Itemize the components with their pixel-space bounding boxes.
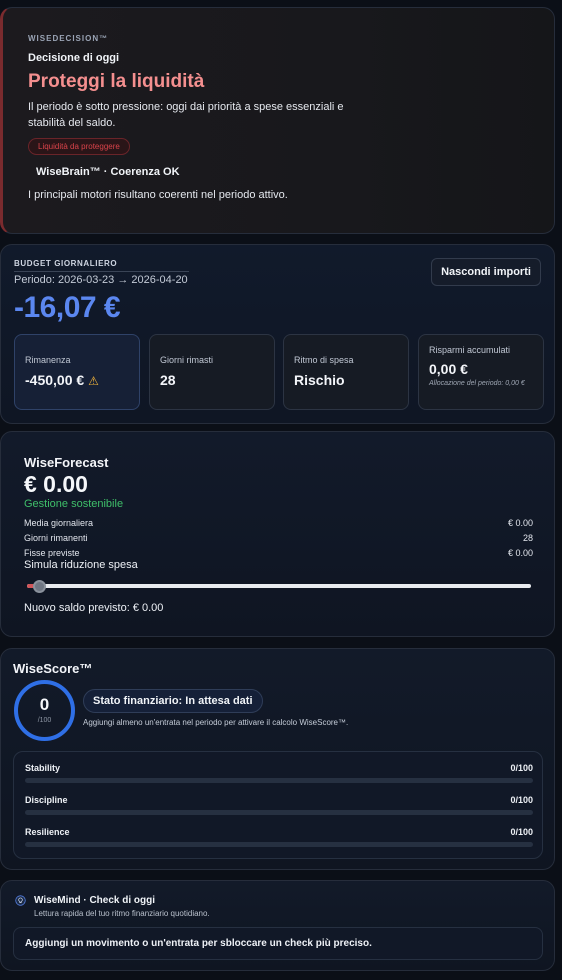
score-card: WiseScore™ 0 /100 Stato finanziario: In … [0, 648, 555, 870]
budget-heading-divider [14, 271, 189, 272]
wisemind-subtitle: Lettura rapida del tuo ritmo finanziario… [34, 909, 210, 918]
forecast-new-balance: Nuovo saldo previsto: € 0.00 [24, 602, 164, 614]
forecast-amount: € 0.00 [24, 471, 88, 497]
metric-value: 0/100 [510, 795, 533, 805]
tile-label: Rimanenza [25, 355, 71, 365]
budget-heading: BUDGET GIORNALIERO [14, 259, 118, 268]
tile-note: Allocazione del periodo: 0,00 € [429, 380, 525, 387]
metric-bar [25, 778, 533, 783]
tile-value: -450,00 € ⚠ [25, 372, 99, 388]
wisemind-title: WiseMind · Check di oggi [34, 895, 156, 906]
wisemind-card: WiseMind · Check di oggi Lettura rapida … [0, 880, 555, 971]
hide-amounts-button[interactable]: Nascondi importi [431, 258, 541, 286]
forecast-row-label: Fisse previste [24, 548, 80, 558]
decision-card: WISEDECISION™ Decisione di oggi Proteggi… [0, 7, 555, 234]
budget-card: BUDGET GIORNALIERO Periodo: 2026-03-23 →… [0, 244, 555, 424]
tile-label: Ritmo di spesa [294, 355, 354, 365]
forecast-status: Gestione sostenibile [24, 498, 124, 510]
liquidity-badge: Liquidità da proteggere [28, 138, 130, 155]
forecast-row-label: Media giornaliera [24, 518, 94, 528]
tile-value: 0,00 € [429, 361, 468, 377]
score-value: 0 [39, 695, 50, 714]
forecast-row: Media giornaliera € 0.00 [24, 518, 533, 528]
daily-budget-amount: -16,07 € [14, 291, 121, 324]
metric-label: Stability [25, 763, 61, 773]
metric-label: Resilience [25, 827, 70, 837]
forecast-row-value: € 0.00 [507, 518, 533, 528]
forecast-row: Fisse previste € 0.00 [24, 548, 533, 558]
forecast-row-value: 28 [522, 533, 533, 543]
decision-description: Il periodo è sotto pressione: oggi dai p… [28, 101, 344, 129]
lightbulb-icon [15, 895, 26, 906]
metric-resilience: Resilience 0/100 [25, 827, 533, 847]
wisemind-message: Aggiungi un movimento o un'entrata per s… [13, 927, 543, 960]
score-description: Aggiungi almeno un'entrata nel periodo p… [83, 718, 349, 727]
metric-bar [25, 842, 533, 847]
tile-value: Rischio [294, 372, 345, 388]
simulate-label: Simula riduzione spesa [24, 559, 138, 571]
decision-brand: WISEDECISION™ [28, 34, 109, 43]
score-metrics: Stability 0/100 Discipline 0/100 Resilie… [13, 751, 543, 859]
tile-label: Risparmi accumulati [429, 345, 511, 355]
metric-value: 0/100 [510, 763, 533, 773]
warning-icon: ⚠ [88, 374, 99, 388]
tile-days-left[interactable]: Giorni rimasti 28 [149, 334, 275, 410]
metric-discipline: Discipline 0/100 [25, 795, 533, 815]
score-ring: 0 /100 [14, 680, 75, 741]
metric-label: Discipline [25, 795, 68, 805]
score-status-badge: Stato finanziario: In attesa dati [83, 689, 263, 713]
budget-period: Periodo: 2026-03-23 → 2026-04-20 [14, 274, 188, 286]
tile-label: Giorni rimasti [160, 355, 214, 365]
tile-remaining[interactable]: Rimanenza -450,00 € ⚠ [14, 334, 140, 410]
decision-label: Decisione di oggi [28, 52, 120, 64]
metric-bar [25, 810, 533, 815]
metric-value: 0/100 [510, 827, 533, 837]
wisebrain-status: WiseBrain™ · Coerenza OK [36, 166, 180, 178]
tile-savings[interactable]: Risparmi accumulati 0,00 € Allocazione d… [418, 334, 544, 410]
forecast-row: Giorni rimanenti 28 [24, 533, 533, 543]
reduction-slider-thumb[interactable] [33, 580, 46, 593]
forecast-row-label: Giorni rimanenti [24, 533, 88, 543]
reduction-slider-track[interactable] [27, 584, 531, 588]
metric-stability: Stability 0/100 [25, 763, 533, 783]
score-max: /100 [37, 717, 52, 724]
score-title: WiseScore™ [13, 661, 93, 676]
decision-title: Proteggi la liquidità [28, 71, 205, 92]
forecast-card: WiseForecast € 0.00 Gestione sostenibile… [0, 431, 555, 637]
tile-value: 28 [160, 372, 176, 388]
wisebrain-description: I principali motori risultano coerenti n… [28, 189, 288, 201]
tile-spending-pace[interactable]: Ritmo di spesa Rischio [283, 334, 409, 410]
forecast-title: WiseForecast [24, 455, 109, 470]
forecast-row-value: € 0.00 [507, 548, 533, 558]
